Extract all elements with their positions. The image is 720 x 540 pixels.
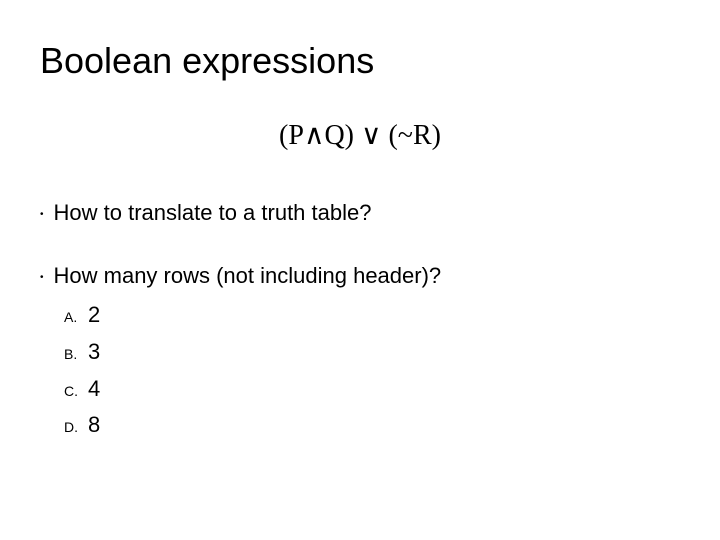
slide: Boolean expressions (P∧Q) ∨ (~R) • How t… <box>0 0 720 540</box>
option-letter: C. <box>64 382 88 402</box>
option-a: A. 2 <box>64 300 680 331</box>
option-value: 3 <box>88 337 100 368</box>
option-letter: A. <box>64 308 88 328</box>
bullet-item: • How to translate to a truth table? <box>40 198 680 229</box>
bullet-dot-icon: • <box>40 267 44 289</box>
option-b: B. 3 <box>64 337 680 368</box>
bullet-text: How to translate to a truth table? <box>54 198 372 229</box>
slide-body: • How to translate to a truth table? • H… <box>40 198 680 441</box>
boolean-expression: (P∧Q) ∨ (~R) <box>40 118 680 152</box>
options-list: A. 2 B. 3 C. 4 D. 8 <box>40 300 680 441</box>
option-d: D. 8 <box>64 410 680 441</box>
option-letter: B. <box>64 345 88 365</box>
option-letter: D. <box>64 418 88 438</box>
bullet-dot-icon: • <box>40 204 44 226</box>
slide-title: Boolean expressions <box>40 40 680 82</box>
option-value: 4 <box>88 374 100 405</box>
option-c: C. 4 <box>64 374 680 405</box>
option-value: 8 <box>88 410 100 441</box>
bullet-text: How many rows (not including header)? <box>54 261 442 292</box>
option-value: 2 <box>88 300 100 331</box>
bullet-item: • How many rows (not including header)? <box>40 261 680 292</box>
